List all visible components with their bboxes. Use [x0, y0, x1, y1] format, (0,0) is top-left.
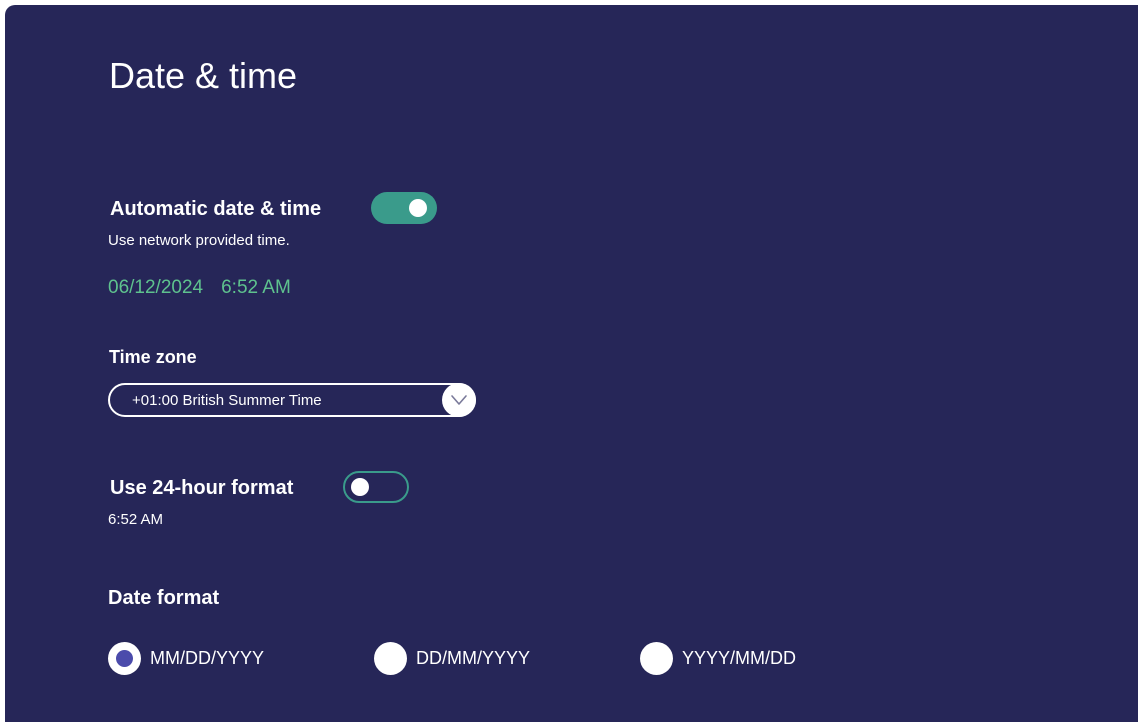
radio-button[interactable] — [374, 642, 407, 675]
date-time-settings-panel: Date & time Automatic date & time Use ne… — [5, 5, 1138, 722]
toggle-knob — [351, 478, 369, 496]
radio-button-selected[interactable] — [108, 642, 141, 675]
page-title: Date & time — [109, 55, 298, 96]
automatic-date-time-label: Automatic date & time — [110, 198, 322, 220]
radio-label: MM/DD/YYYY — [150, 648, 265, 668]
radio-selected-dot — [116, 650, 133, 667]
time-zone-label: Time zone — [109, 347, 197, 367]
date-format-option-yyyy-mm-dd[interactable]: YYYY/MM/DD — [640, 642, 840, 676]
date-format-option-dd-mm-yyyy[interactable]: DD/MM/YYYY — [374, 642, 574, 676]
current-datetime: 06/12/2024 6:52 AM — [108, 277, 291, 299]
time-zone-select[interactable]: +01:00 British Summer Time — [108, 383, 476, 417]
use-24-hour-format-toggle[interactable] — [343, 471, 409, 503]
automatic-date-time-toggle[interactable] — [371, 192, 437, 224]
date-format-option-mm-dd-yyyy[interactable]: MM/DD/YYYY — [108, 642, 308, 676]
time-format-example: 6:52 AM — [108, 511, 164, 528]
toggle-knob — [409, 199, 427, 217]
automatic-date-time-description: Use network provided time. — [108, 232, 290, 249]
radio-label: YYYY/MM/DD — [682, 648, 797, 668]
radio-label: DD/MM/YYYY — [416, 648, 531, 668]
chevron-down-icon[interactable] — [442, 383, 476, 417]
date-format-label: Date format — [108, 587, 220, 609]
current-date: 06/12/2024 — [108, 277, 204, 298]
current-time: 6:52 AM — [221, 277, 291, 298]
use-24-hour-format-label: Use 24-hour format — [110, 477, 294, 499]
radio-button[interactable] — [640, 642, 673, 675]
time-zone-value: +01:00 British Summer Time — [132, 392, 322, 409]
